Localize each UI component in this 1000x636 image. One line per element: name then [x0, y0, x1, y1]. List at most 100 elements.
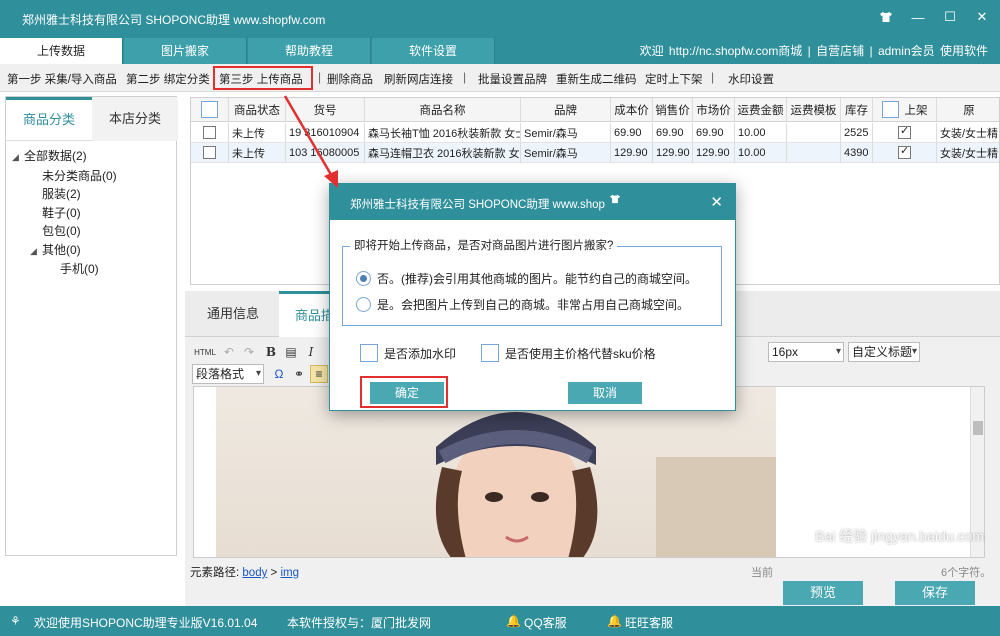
cell-status: 未上传 — [229, 123, 286, 142]
qq-icon[interactable]: 🔔 — [506, 614, 521, 628]
tab-product-category[interactable]: 商品分类 — [6, 97, 92, 141]
collapse-arrow-icon[interactable]: ◢ — [12, 148, 24, 167]
table-row[interactable]: 未上传 103 16080005 森马连帽卫衣 2016秋装新款 女士N Sem… — [191, 143, 999, 163]
watermark-settings-button[interactable]: 水印设置 — [728, 71, 774, 87]
radio-button[interactable] — [356, 297, 371, 312]
col-freight-template[interactable]: 运费模板 — [787, 98, 841, 121]
minimize-icon[interactable]: — — [908, 8, 928, 26]
cell-onsale-checkbox[interactable] — [873, 123, 937, 142]
align-icon[interactable]: ≡ — [310, 365, 328, 383]
tree-node-phone[interactable]: 手机(0) — [12, 260, 176, 279]
separator: | — [807, 44, 811, 58]
tree-label: 全部数据(2) — [24, 149, 87, 163]
tree-node-bags[interactable]: 包包(0) — [12, 222, 176, 241]
separator: | — [318, 70, 322, 84]
option-yes-label: 是。会把图片上传到自己的商城。非常占用自己商城空间。 — [377, 298, 690, 312]
tree-node-uncategorized[interactable]: 未分类商品(0) — [12, 167, 176, 186]
special-char-icon[interactable]: Ω — [270, 365, 288, 383]
my-shop-link[interactable]: 自营店铺 — [816, 44, 864, 58]
tab-help[interactable]: 帮助教程 — [248, 38, 371, 64]
tab-image-move[interactable]: 图片搬家 — [124, 38, 247, 64]
path-body-link[interactable]: body — [242, 567, 267, 579]
paragraph-format-select[interactable]: 段落格式 — [192, 364, 264, 384]
html-icon[interactable]: HTML — [192, 343, 218, 361]
undo-icon[interactable]: ↶ — [220, 343, 238, 361]
col-onsale[interactable]: 上架 — [873, 98, 937, 121]
status-bar: ⚘ 欢迎使用SHOPONC助理专业版V16.01.04 本软件授权与：厦门批发网… — [0, 606, 1000, 636]
maximize-icon[interactable]: ☐ — [940, 8, 960, 26]
bold-icon[interactable]: B — [262, 343, 280, 361]
tab-general-info[interactable]: 通用信息 — [207, 291, 259, 337]
wangwang-service-link[interactable]: 旺旺客服 — [625, 614, 673, 631]
collapse-arrow-icon[interactable]: ◢ — [30, 242, 42, 261]
refresh-connection-button[interactable]: 刷新网店连接 — [384, 71, 453, 87]
qq-service-link[interactable]: QQ客服 — [524, 614, 567, 631]
italic-icon[interactable]: I — [302, 343, 320, 361]
col-source[interactable]: 原 — [937, 98, 999, 121]
tab-settings[interactable]: 软件设置 — [372, 38, 495, 64]
close-icon[interactable]: ✕ — [972, 8, 992, 26]
use-software-link[interactable]: 使用软件 — [940, 44, 988, 58]
cell-market: 69.90 — [693, 123, 735, 142]
separator: | — [869, 44, 873, 58]
timer-listing-button[interactable]: 定时上下架 — [645, 71, 703, 87]
wangwang-icon[interactable]: 🔔 — [607, 614, 622, 628]
row-checkbox[interactable] — [191, 123, 229, 142]
member-link[interactable]: admin会员 — [878, 44, 935, 58]
col-brand[interactable]: 品牌 — [521, 98, 611, 121]
checkbox[interactable] — [481, 344, 499, 362]
redo-icon[interactable]: ↷ — [240, 343, 258, 361]
batch-brand-button[interactable]: 批量设置品牌 — [478, 71, 547, 87]
cell-freight-template — [787, 143, 841, 162]
separator: | — [711, 70, 715, 84]
font-size-select[interactable]: 16px — [768, 342, 844, 362]
annotation-box-step3 — [213, 66, 313, 90]
col-status[interactable]: 商品状态 — [229, 98, 286, 121]
cell-status: 未上传 — [229, 143, 286, 162]
tree-node-clothing[interactable]: 服装(2) — [12, 185, 176, 204]
option-yes-radio[interactable]: 是。会把图片上传到自己的商城。非常占用自己商城空间。 — [356, 296, 689, 313]
col-name[interactable]: 商品名称 — [365, 98, 521, 121]
checkbox[interactable] — [360, 344, 378, 362]
col-sku[interactable]: 货号 — [286, 98, 365, 121]
step1-button[interactable]: 第一步 采集/导入商品 — [7, 71, 117, 87]
tab-upload-data[interactable]: 上传数据 — [0, 38, 123, 64]
preview-button[interactable]: 预览 — [783, 581, 863, 605]
custom-title-select[interactable]: 自定义标题 — [848, 342, 920, 362]
save-button[interactable]: 保存 — [895, 581, 975, 605]
col-sale[interactable]: 销售价 — [653, 98, 693, 121]
find-binoculars-icon[interactable]: ⚭ — [290, 365, 308, 383]
cell-brand: Semir/森马 — [521, 123, 611, 142]
col-cost[interactable]: 成本价 — [611, 98, 653, 121]
path-img-link[interactable]: img — [280, 567, 299, 579]
dialog-close-icon[interactable]: ✕ — [710, 193, 723, 211]
category-tree: ◢ 全部数据(2) 未分类商品(0) 服装(2) 鞋子(0) 包包(0) ◢ 其他(… — [6, 141, 176, 279]
tree-node-other[interactable]: ◢ 其他(0) — [12, 241, 176, 261]
tree-node-shoes[interactable]: 鞋子(0) — [12, 204, 176, 223]
scrollbar-thumb[interactable] — [973, 421, 983, 435]
cell-market: 129.90 — [693, 143, 735, 162]
tshirt-icon[interactable] — [876, 8, 896, 26]
watermark-checkbox[interactable]: 是否添加水印 — [360, 344, 456, 362]
table-row[interactable]: 未上传 19 316010904 森马长袖T恤 2016秋装新款 女士圆领 Se… — [191, 123, 999, 143]
step2-button[interactable]: 第二步 绑定分类 — [126, 71, 210, 87]
col-market[interactable]: 市场价 — [693, 98, 735, 121]
tree-node-all[interactable]: ◢ 全部数据(2) — [12, 147, 176, 167]
tab-shop-category[interactable]: 本店分类 — [92, 97, 178, 141]
radio-button-selected[interactable] — [356, 271, 371, 286]
cancel-button[interactable]: 取消 — [568, 382, 642, 404]
row-checkbox[interactable] — [191, 143, 229, 162]
select-all-checkbox[interactable] — [191, 98, 229, 121]
shop-url-link[interactable]: http://nc.shopfw.com商城 — [669, 44, 802, 58]
regenerate-qrcode-button[interactable]: 重新生成二维码 — [556, 71, 637, 87]
col-freight[interactable]: 运费金额 — [735, 98, 787, 121]
col-onsale-label: 上架 — [904, 104, 928, 117]
col-stock[interactable]: 库存 — [841, 98, 873, 121]
cell-onsale-checkbox[interactable] — [873, 143, 937, 162]
format-painter-icon[interactable]: ▤ — [282, 343, 300, 361]
cell-sku: 103 16080005 — [286, 143, 365, 162]
delete-button[interactable]: 删除商品 — [327, 71, 373, 87]
baidu-watermark: Bai 经验 jingyan.baidu.com — [815, 528, 984, 544]
main-price-checkbox[interactable]: 是否使用主价格代替sku价格 — [481, 344, 656, 362]
option-no-radio[interactable]: 否。(推荐)会引用其他商城的图片。能节约自己的商城空间。 — [356, 270, 697, 287]
